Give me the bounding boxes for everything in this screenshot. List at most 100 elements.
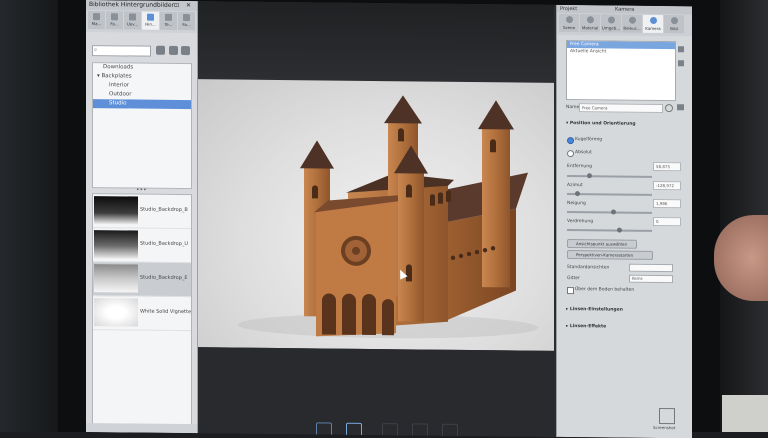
incline-slider[interactable] [567,209,652,215]
tree-item-studio[interactable]: Studio [93,99,191,110]
thumbnail-label: Studio_Backdrop_E [140,274,188,282]
slider-knob[interactable] [587,173,592,179]
render-canvas[interactable] [198,79,554,351]
perspective-button[interactable]: Perspektiven-Kamerastarten [567,250,653,260]
tab-environment[interactable]: Umgeb... [601,14,621,33]
folder-add-icon[interactable] [169,45,178,55]
tab-environments[interactable]: Uev... [124,11,141,30]
search-input[interactable]: ⌕ [92,45,151,57]
tab-favorites[interactable]: Fa... [178,11,195,31]
tab-backplates[interactable]: Hin... [142,11,159,30]
library-panel: Bibliothek Hintergrundbilder ⊡ ✕ Ma... F… [86,0,198,434]
panel-title: Kamera [615,6,635,13]
list-item[interactable]: Studio_Backdrop_U [93,228,191,264]
thumbnail-image [94,230,138,259]
section-lens-label: Linsen-Einstellungen [569,307,623,313]
add-camera-icon[interactable] [678,46,684,53]
delete-icon[interactable] [678,60,684,67]
azimuth-label: Azimut [567,183,583,189]
section-effects[interactable]: ▸ Linsen-Effekte [566,324,606,329]
grid-label: Gitter [567,276,580,282]
screenshot-icon[interactable] [659,408,675,425]
roll-label: Verdrehung [567,219,594,225]
keep-above-ground-checkbox[interactable] [567,287,574,295]
list-item[interactable]: Studio_Backdrop_E [93,262,191,298]
tab-material[interactable]: Material [580,14,600,33]
slider-knob[interactable] [611,209,616,215]
list-item[interactable]: Studio_Backdrop_B [93,194,191,230]
section-lens[interactable]: ▸ Linsen-Einstellungen [566,307,623,313]
incline-label: Neigung [567,201,586,207]
library-tabs: Ma... Fa... Uev... Hin... Te... Fa... [86,10,197,34]
camera-name-field[interactable]: Free Camera [579,103,663,114]
slider-knob[interactable] [617,227,622,233]
radio-absolute-label: Absolut [575,150,592,156]
tab-colors[interactable]: Fa... [106,11,123,30]
thumbnail-image [94,196,138,225]
grid-select[interactable]: Keins [629,274,673,284]
toolbar-icon[interactable] [346,422,362,437]
azimuth-field[interactable]: -128,972 [653,180,681,191]
thumbnail-label: Studio_Backdrop_B [140,206,188,214]
toolbar-icon[interactable] [382,423,398,438]
distance-label: Entfernung [567,164,592,170]
toolbar-icon[interactable] [316,422,332,437]
tab-lighting[interactable]: Beleuc... [622,14,642,33]
slider-knob[interactable] [575,191,580,197]
refresh-icon[interactable] [156,45,165,55]
save-icon[interactable] [677,104,684,111]
tab-project[interactable]: Projekt [560,5,577,13]
thumbnail-label: Studio_Backdrop_U [140,240,189,248]
sync-icon[interactable] [181,45,190,56]
standard-views-label: Standardansichten [567,265,610,271]
close-icon[interactable]: ✕ [186,1,191,11]
thumbnail-image [94,298,138,327]
roll-field[interactable]: 0 [653,216,681,227]
library-panel-title: Bibliothek Hintergrundbilder ⊡ ✕ [86,0,197,12]
library-title-text: Bibliothek Hintergrundbilder [89,1,175,9]
desk-object [722,395,768,432]
project-panel-title: Projekt Kamera [557,4,692,15]
background-wall [0,0,58,432]
radio-orbit[interactable] [567,137,574,145]
keep-above-ground-label: Über dem Boden behalten [575,287,635,293]
section-position-label: Position und Orientierung [569,121,636,127]
render-viewport[interactable] [198,1,554,438]
radio-absolute[interactable] [567,150,574,158]
tab-image[interactable]: Bild [664,15,684,34]
camera-list: Free Camera Aktuelle Ansicht [566,40,676,102]
bottom-toolbar [278,420,478,438]
toolbar-icon[interactable] [412,423,428,438]
list-item[interactable]: White Solid Vignette [93,296,192,332]
pin-icon[interactable]: ⊡ [174,1,179,11]
lookat-button[interactable]: Ansichtspunkt auswählen [567,239,637,249]
section-position[interactable]: ▾ Position und Orientierung [566,121,636,127]
project-tabs: Szene Material Umgeb... Beleuc... Kamera… [557,12,692,37]
list-item[interactable]: Aktuelle Ansicht [567,48,675,56]
distance-field[interactable]: 58,875 [653,161,681,172]
screenshot-label: Screenshot [653,424,676,431]
standard-views-select[interactable] [629,263,673,273]
backplate-list: Studio_Backdrop_B Studio_Backdrop_U Stud… [92,193,192,427]
search-icon: ⌕ [94,46,98,54]
section-effects-label: Linsen-Effekte [569,324,607,330]
thumbnail-image [94,264,138,293]
radio-orbit-label: Kugelförmig [575,137,603,143]
folder-tree: Downloads ▾ Backplates Interior Outdoor … [92,62,192,190]
tab-materials[interactable]: Ma... [88,11,105,30]
viewport-top [198,1,554,83]
tab-scene[interactable]: Szene [559,13,579,33]
incline-field[interactable]: 1,986 [653,198,681,209]
distance-slider[interactable] [567,173,652,179]
reset-icon[interactable] [665,104,673,113]
church-model [238,95,538,339]
azimuth-slider[interactable] [567,191,652,197]
thumbnail-label: White Solid Vignette [140,308,192,316]
tab-camera[interactable]: Kamera [643,14,663,34]
monitor-screen: Bibliothek Hintergrundbilder ⊡ ✕ Ma... F… [86,0,692,438]
tree-label-backplates: Backplates [101,73,132,80]
name-label: Name [566,105,580,111]
toolbar-icon[interactable] [442,423,458,438]
roll-slider[interactable] [567,227,652,233]
tab-textures[interactable]: Te... [160,11,177,30]
